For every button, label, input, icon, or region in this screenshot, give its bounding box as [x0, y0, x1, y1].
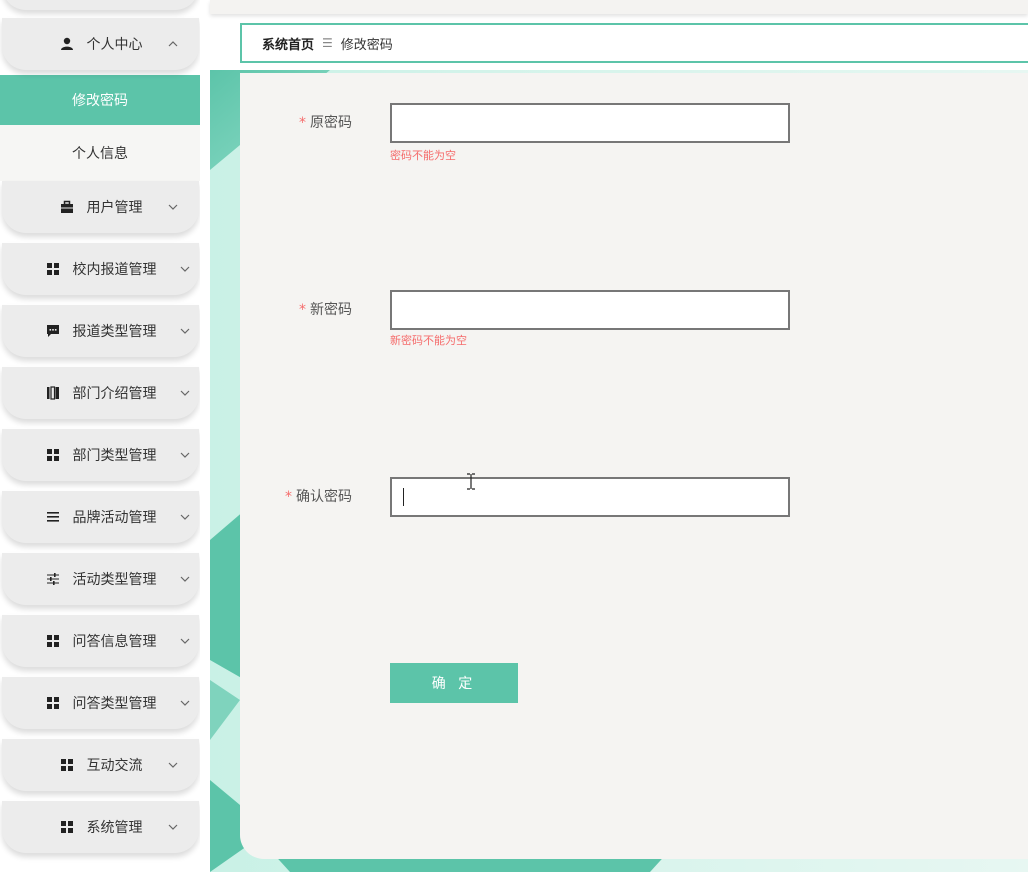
grid-icon — [45, 261, 61, 277]
sidebar-item-label: 部门介绍管理 — [72, 386, 157, 402]
grid-icon — [59, 819, 75, 835]
chevron-down-icon — [179, 449, 191, 461]
submenu-item-change-password[interactable]: 修改密码 — [0, 75, 200, 125]
breadcrumb-current: 修改密码 — [340, 37, 393, 53]
confirm-password-input[interactable] — [390, 477, 790, 517]
top-header-strip — [210, 0, 1028, 14]
sidebar-item-user-management[interactable]: 用户管理 — [2, 181, 199, 233]
sidebar-item-personal-center[interactable]: 个人中心 — [2, 18, 199, 70]
sidebar-item-department-type[interactable]: 部门类型管理 — [2, 429, 199, 481]
sidebar-item-interaction[interactable]: 互动交流 — [2, 739, 199, 791]
ibeam-cursor-icon — [466, 473, 476, 490]
sidebar-item-label: 互动交流 — [86, 758, 143, 774]
sidebar-item-label: 品牌活动管理 — [72, 510, 157, 526]
chevron-down-icon — [179, 387, 191, 399]
required-mark: * — [285, 489, 292, 505]
chat-icon — [45, 323, 61, 339]
sidebar-item-label: 校内报道管理 — [72, 262, 157, 278]
user-icon — [59, 36, 75, 52]
old-password-label: * 原密码 — [299, 115, 352, 131]
sidebar-item-label: 报道类型管理 — [72, 324, 157, 340]
chevron-down-icon — [179, 573, 191, 585]
grid-icon — [45, 633, 61, 649]
chevron-down-icon — [179, 263, 191, 275]
submenu-item-personal-info[interactable]: 个人信息 — [0, 125, 200, 181]
chevron-down-icon — [167, 821, 179, 833]
old-password-error: 密码不能为空 — [390, 149, 456, 162]
chevron-down-icon — [179, 697, 191, 709]
sidebar-item-system[interactable]: 系统管理 — [2, 801, 199, 853]
old-password-input[interactable] — [390, 103, 790, 143]
chevron-up-icon — [167, 38, 179, 50]
grid-icon — [45, 447, 61, 463]
change-password-form: * 原密码 密码不能为空 * 新密码 新密码不能为空 * 确认密码 确 定 — [240, 73, 1028, 859]
new-password-input[interactable] — [390, 290, 790, 330]
sidebar-item-label: 问答类型管理 — [72, 696, 157, 712]
chevron-down-icon — [179, 325, 191, 337]
sidebar-item-label: 部门类型管理 — [72, 448, 157, 464]
sidebar-item-activity-type[interactable]: 活动类型管理 — [2, 553, 199, 605]
chevron-down-icon — [167, 759, 179, 771]
required-mark: * — [299, 115, 306, 131]
sidebar-item-qa-type[interactable]: 问答类型管理 — [2, 677, 199, 729]
sidebar-item-report-type[interactable]: 报道类型管理 — [2, 305, 199, 357]
breadcrumb: 系统首页 ☰ 修改密码 — [240, 23, 1028, 63]
grid-icon — [45, 695, 61, 711]
book-icon — [45, 385, 61, 401]
briefcase-icon — [59, 199, 75, 215]
sidebar-item-label: 问答信息管理 — [72, 634, 157, 650]
text-caret — [403, 488, 404, 506]
confirm-password-label: * 确认密码 — [285, 489, 352, 505]
sidebar-item-label: 用户管理 — [86, 200, 143, 216]
chevron-down-icon — [167, 201, 179, 213]
sliders-icon — [45, 571, 61, 587]
submit-button[interactable]: 确 定 — [390, 663, 518, 703]
breadcrumb-separator-icon: ☰ — [322, 36, 333, 50]
breadcrumb-home[interactable]: 系统首页 — [262, 34, 314, 53]
required-mark: * — [299, 302, 306, 318]
sidebar-item-department-intro[interactable]: 部门介绍管理 — [2, 367, 199, 419]
chevron-down-icon — [179, 635, 191, 647]
list-icon — [45, 509, 61, 525]
chevron-down-icon — [179, 511, 191, 523]
grid-icon — [59, 757, 75, 773]
new-password-label: * 新密码 — [299, 302, 352, 318]
sidebar-item-qa-info[interactable]: 问答信息管理 — [2, 615, 199, 667]
new-password-error: 新密码不能为空 — [390, 334, 467, 347]
sidebar: 个人中心 修改密码 个人信息 用户管理 校内报道管理 报道类型管理 部门介绍管理… — [0, 0, 200, 872]
sidebar-item-label: 个人中心 — [86, 37, 143, 53]
sidebar-item-label: 活动类型管理 — [72, 572, 157, 588]
sidebar-item-top-partial[interactable] — [2, 0, 199, 10]
sidebar-item-brand-activity[interactable]: 品牌活动管理 — [2, 491, 199, 543]
sidebar-item-campus-report[interactable]: 校内报道管理 — [2, 243, 199, 295]
sidebar-item-label: 系统管理 — [86, 820, 143, 836]
